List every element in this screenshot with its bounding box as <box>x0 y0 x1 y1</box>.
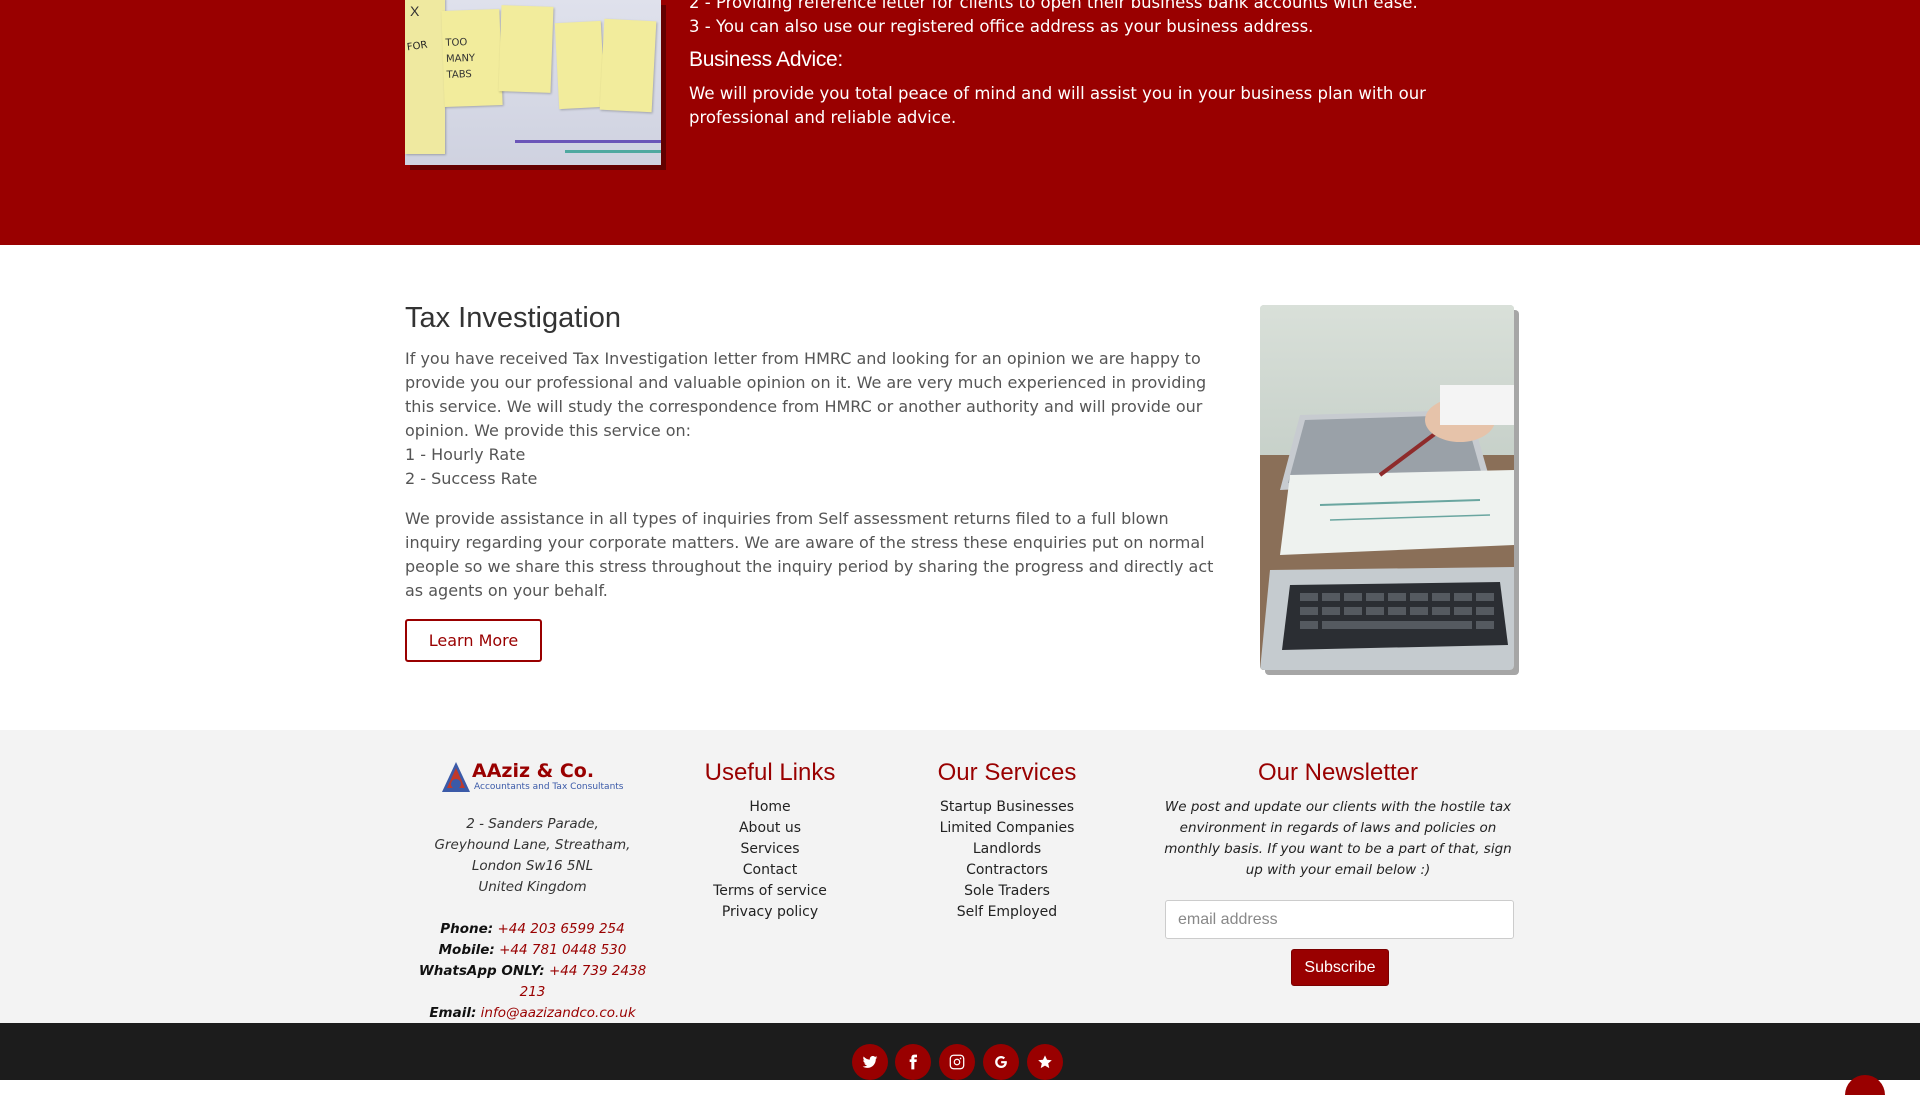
benefit-item-3: 3 - You can also use our registered offi… <box>689 17 1314 36</box>
benefit-item-2: 2 - Providing reference letter for clien… <box>689 0 1418 12</box>
sticky-notes-photo: TOO MANY TABS FOR X <box>405 0 661 165</box>
service-link-contractors[interactable]: Contractors <box>912 860 1102 881</box>
company-address: 2 - Sanders Parade, Greyhound Lane, Stre… <box>434 816 631 895</box>
contact-details: Phone: +44 203 6599 254 Mobile: +44 781 … <box>418 921 647 1021</box>
learn-more-button[interactable]: Learn More <box>405 619 542 662</box>
our-services-list: Startup Businesses Limited Companies Lan… <box>912 797 1102 923</box>
useful-links-heading: Useful Links <box>704 759 836 786</box>
rate-hourly: 1 - Hourly Rate <box>405 445 526 464</box>
our-services-heading: Our Services <box>937 759 1077 786</box>
twitter-icon[interactable] <box>852 1044 888 1080</box>
footer-link-home[interactable]: Home <box>680 797 860 818</box>
rate-success: 2 - Success Rate <box>405 469 538 488</box>
service-link-landlords[interactable]: Landlords <box>912 839 1102 860</box>
tax-investigation-heading: Tax Investigation <box>405 302 622 334</box>
footer-link-contact[interactable]: Contact <box>680 860 860 881</box>
tax-paragraph-2: We provide assistance in all types of in… <box>405 509 1214 600</box>
business-benefits-list: 2 - Providing reference letter for clien… <box>689 0 1418 39</box>
footer-link-services[interactable]: Services <box>680 839 860 860</box>
newsletter-description: We post and update our clients with the … <box>1164 799 1512 878</box>
facebook-icon[interactable] <box>895 1044 931 1080</box>
footer-link-about[interactable]: About us <box>680 818 860 839</box>
business-advice-heading: Business Advice: <box>689 48 843 71</box>
logo-name: AAziz & Co. <box>472 760 595 782</box>
mobile-link[interactable]: +44 781 0448 530 <box>499 942 626 958</box>
logo-tagline: Accountants and Tax Consultants <box>474 782 624 792</box>
business-advice-text: We will provide you total peace of mind … <box>689 84 1426 127</box>
newsletter-email-input[interactable] <box>1165 900 1514 939</box>
footer-link-privacy[interactable]: Privacy policy <box>680 902 860 923</box>
service-link-limited[interactable]: Limited Companies <box>912 818 1102 839</box>
sticky-note: TOO MANY TABS <box>441 9 503 107</box>
company-logo[interactable]: AAziz & Co. Accountants and Tax Consulta… <box>440 758 625 796</box>
google-icon[interactable] <box>983 1044 1019 1080</box>
service-link-sole-traders[interactable]: Sole Traders <box>912 881 1102 902</box>
footer-link-terms[interactable]: Terms of service <box>680 881 860 902</box>
service-link-startup[interactable]: Startup Businesses <box>912 797 1102 818</box>
useful-links-list: Home About us Services Contact Terms of … <box>680 797 860 923</box>
service-link-self-employed[interactable]: Self Employed <box>912 902 1102 923</box>
tax-paragraph-1: If you have received Tax Investigation l… <box>405 349 1207 440</box>
phone-link[interactable]: +44 203 6599 254 <box>497 921 624 937</box>
instagram-icon[interactable] <box>939 1044 975 1080</box>
subscribe-button[interactable]: Subscribe <box>1291 949 1389 986</box>
star-icon[interactable] <box>1027 1044 1063 1080</box>
tax-investigation-body: If you have received Tax Investigation l… <box>405 347 1220 603</box>
laptop-photo <box>1260 305 1514 670</box>
newsletter-heading: Our Newsletter <box>1257 759 1419 786</box>
email-link[interactable]: info@aazizandco.co.uk <box>481 1005 636 1021</box>
